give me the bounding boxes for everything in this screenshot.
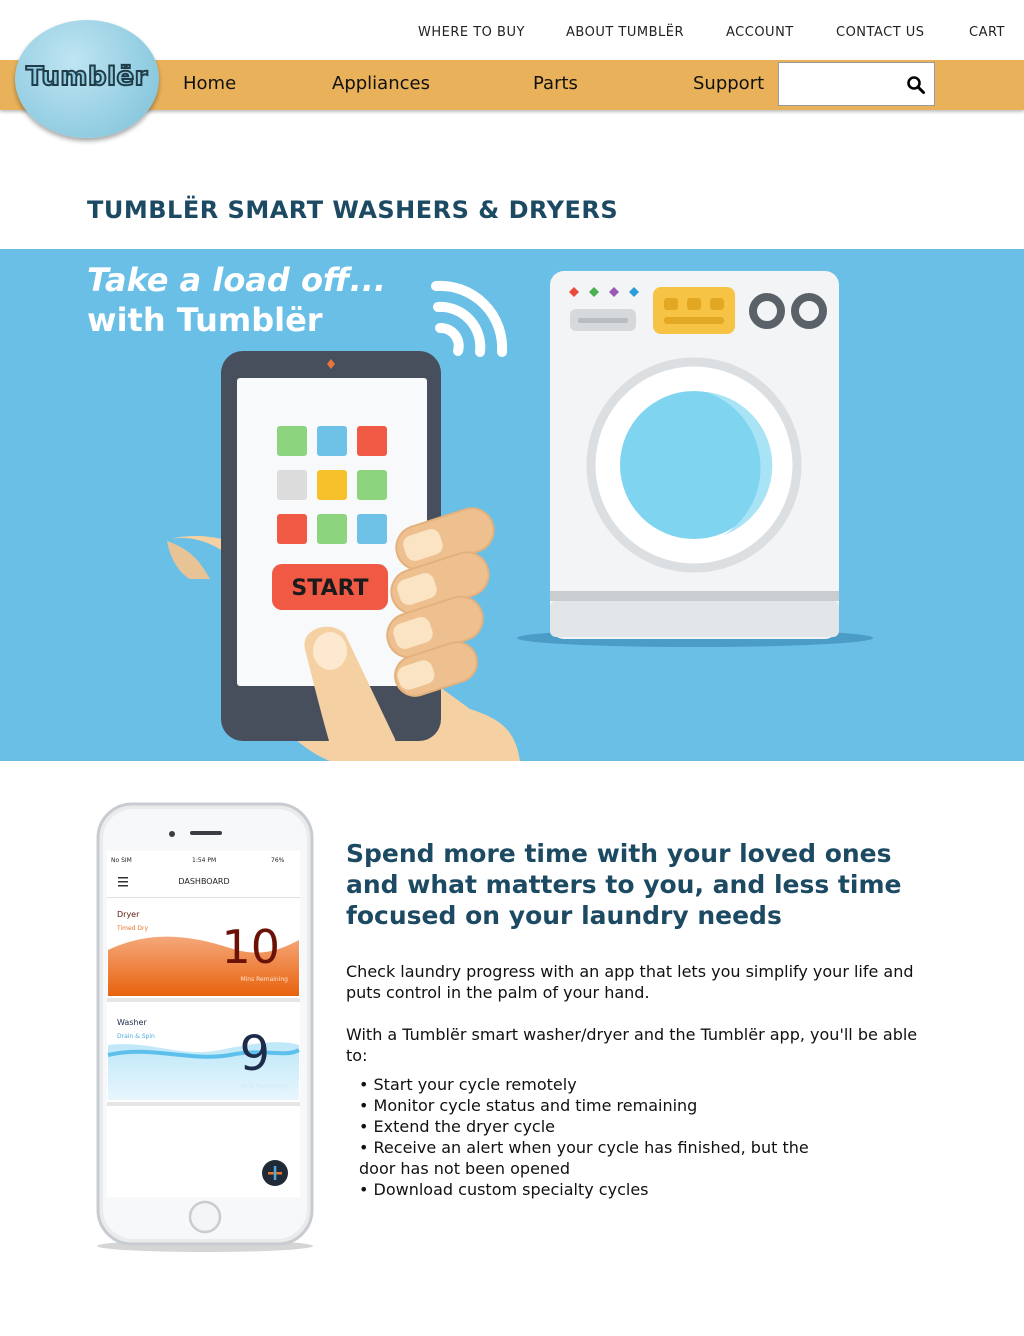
smartphone-illustration: No SIM 1:54 PM 76% DASHBOARD Dryer Timed… — [96, 802, 314, 1252]
nav-appliances[interactable]: Appliances — [332, 73, 430, 94]
washer-remaining-label: Mins Remaining — [240, 1083, 288, 1090]
washing-machine-illustration — [517, 271, 873, 647]
wifi-signal-icon — [431, 280, 508, 357]
home-button-icon — [188, 1200, 222, 1234]
about-link[interactable]: ABOUT TUMBLËR — [566, 25, 684, 40]
feature-bullet-list: • Start your cycle remotely • Monitor cy… — [346, 1074, 839, 1200]
list-item: • Start your cycle remotely — [359, 1075, 577, 1094]
logo-text: Tumblër — [25, 61, 148, 93]
search-input[interactable] — [783, 67, 905, 103]
contact-us-link[interactable]: CONTACT US — [836, 25, 925, 40]
status-carrier: No SIM — [111, 857, 132, 864]
cart-link[interactable]: CART — [969, 25, 1005, 40]
hero-tagline: Take a load off... — [87, 261, 387, 299]
account-link[interactable]: ACCOUNT — [726, 25, 794, 40]
where-to-buy-link[interactable]: WHERE TO BUY — [418, 25, 525, 40]
nav-home[interactable]: Home — [183, 73, 236, 94]
dryer-mode: Timed Dry — [116, 925, 148, 932]
feature-content: Spend more time with your loved ones and… — [346, 838, 926, 1200]
list-item: • Extend the dryer cycle — [359, 1117, 556, 1136]
status-battery: 76% — [271, 857, 285, 864]
hand-with-phone-illustration: START — [167, 351, 520, 761]
list-item: • Download custom specialty cycles — [359, 1180, 649, 1199]
start-button-label: START — [291, 576, 368, 601]
phone-app-mockup: No SIM 1:54 PM 76% DASHBOARD Dryer Timed… — [90, 800, 320, 1255]
add-cycle-icon — [262, 1160, 288, 1186]
dryer-remaining-label: Mins Remaining — [240, 976, 288, 983]
page-title: TUMBLËR SMART WASHERS & DRYERS — [87, 196, 619, 224]
list-item: • Receive an alert when your cycle has f… — [359, 1138, 809, 1178]
feature-paragraph-2: With a Tumblër smart washer/dryer and th… — [346, 1025, 918, 1065]
app-screen-title: DASHBOARD — [178, 877, 229, 886]
status-time: 1:54 PM — [192, 857, 216, 864]
hamburger-menu-icon — [118, 877, 128, 887]
dryer-label: Dryer — [117, 910, 140, 919]
dryer-minutes: 10 — [221, 920, 280, 974]
nav-parts[interactable]: Parts — [533, 73, 578, 94]
utility-nav: WHERE TO BUY ABOUT TUMBLËR ACCOUNT CONTA… — [0, 0, 1024, 60]
washer-label: Washer — [117, 1018, 147, 1027]
feature-headline: Spend more time with your loved ones and… — [346, 839, 902, 930]
washer-minutes: 9 — [239, 1026, 270, 1082]
search-box — [778, 62, 935, 106]
washer-mode: Drain & Spin — [117, 1033, 155, 1040]
feature-paragraph-1: Check laundry progress with an app that … — [346, 962, 914, 1002]
tumbler-logo[interactable]: Tumblër — [15, 20, 159, 138]
nav-support[interactable]: Support — [693, 73, 764, 94]
list-item: • Monitor cycle status and time remainin… — [359, 1096, 698, 1115]
hero-banner: START Take a load off... with Tumblër — [0, 249, 1024, 761]
magnifying-glass-icon[interactable] — [906, 75, 926, 95]
hero-subtagline: with Tumblër — [87, 301, 323, 339]
